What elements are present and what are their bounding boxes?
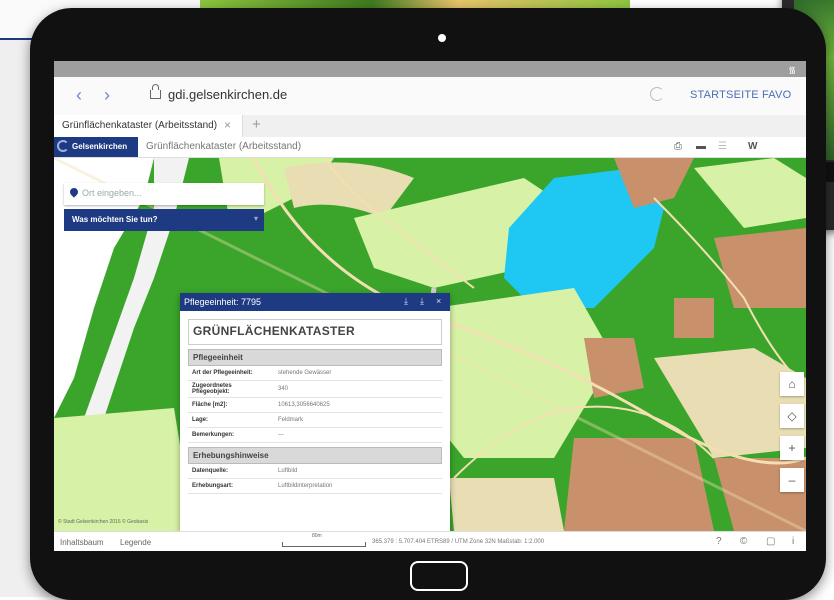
popup-body: GRÜNFLÄCHENKATASTER Pflegeeinheit Art de… xyxy=(188,319,442,494)
favoriten-link[interactable]: FAVO xyxy=(762,89,791,101)
info-icon[interactable]: i xyxy=(792,536,794,547)
row-key: Bemerkungen: xyxy=(192,432,235,438)
app-title: Grünflächenkataster (Arbeitsstand) xyxy=(146,141,302,152)
logo-icon xyxy=(57,140,69,152)
table-row: Art der Pflegeeinheit: stehende Gewässer xyxy=(188,366,442,381)
tab-label: Grünflächenkataster (Arbeitsstand) xyxy=(62,120,218,131)
locate-button[interactable]: ◇ xyxy=(780,404,804,428)
export-icon[interactable]: ⤓ xyxy=(420,296,424,307)
page-icon[interactable]: ▢ xyxy=(766,536,775,547)
reload-icon[interactable] xyxy=(650,87,664,101)
minus-icon[interactable]: ▬ xyxy=(696,141,706,152)
scale-bar xyxy=(282,542,366,547)
legende-link[interactable]: Legende xyxy=(120,538,151,547)
tablet-home-button[interactable] xyxy=(410,561,468,591)
row-key: Zugeordnetes Pflegeobjekt: xyxy=(192,383,232,395)
wifi-icon: ᯾ xyxy=(788,65,796,75)
browser-tab-bar: Grünflächenkataster (Arbeitsstand) × + xyxy=(54,115,806,137)
coordinate-readout: 365.379 : 5.707.404 ETRS89 / UTM Zone 32… xyxy=(372,539,545,545)
row-key: Art der Pflegeeinheit: xyxy=(192,370,253,376)
row-value: 340 xyxy=(278,386,289,392)
help-icon[interactable]: ? xyxy=(716,536,722,547)
inhaltsbaum-link[interactable]: Inhaltsbaum xyxy=(60,538,104,547)
row-key: Erhebungsart: xyxy=(192,483,234,489)
action-dropdown[interactable]: Was möchten Sie tun? ▾ xyxy=(64,209,264,231)
download-icon[interactable]: ⤓ xyxy=(404,296,408,307)
tab-close-icon[interactable]: × xyxy=(224,118,231,132)
back-button[interactable]: ‹ xyxy=(76,86,82,104)
close-icon[interactable]: × xyxy=(436,296,441,306)
tablet-screen: ᯾ ‹ › gdi.gelsenkirchen.de STARTSEITE FA… xyxy=(54,61,806,551)
status-bar: ᯾ xyxy=(54,61,806,77)
camera-dot xyxy=(438,34,446,42)
feature-info-popup: Pflegeeinheit: 7795 ⤓ ⤓ × GRÜNFLÄCHENKAT… xyxy=(180,293,450,533)
table-row: Erhebungsart: Luftbildinterpretation xyxy=(188,479,442,494)
zoom-in-button[interactable]: + xyxy=(780,436,804,460)
chevron-down-icon: ▾ xyxy=(253,214,258,223)
kataster-heading: GRÜNFLÄCHENKATASTER xyxy=(188,319,442,345)
row-value: 10613,3056640625 xyxy=(278,402,330,408)
app-header: Gelsenkirchen Grünflächenkataster (Arbei… xyxy=(54,137,806,158)
search-placeholder: Ort eingeben... xyxy=(82,188,142,198)
table-row: Lage: Feldmark xyxy=(188,413,442,428)
section-pflegeeinheit: Pflegeeinheit xyxy=(188,349,442,366)
home-view-button[interactable]: ⌂ xyxy=(780,372,804,396)
row-value: stehende Gewässer xyxy=(278,370,332,376)
row-value: Luftbildinterpretation xyxy=(278,483,333,489)
row-key: Lage: xyxy=(192,417,209,423)
row-value: Luftbild xyxy=(278,468,298,474)
popup-header: Pflegeeinheit: 7795 ⤓ ⤓ × xyxy=(180,293,450,311)
popup-title: Pflegeeinheit: 7795 xyxy=(184,297,262,307)
menu-icon[interactable]: ☰ xyxy=(718,141,727,152)
table-row: Bemerkungen: --- xyxy=(188,428,442,443)
table-row: Zugeordnetes Pflegeobjekt: 340 xyxy=(188,381,442,398)
location-pin-icon xyxy=(68,186,80,198)
map-footer: Inhaltsbaum Legende 80m 365.379 : 5.707.… xyxy=(54,531,806,551)
map-copyright: © Stadt Gelsenkirchen 2016 © Geobasis xyxy=(58,519,149,525)
print-icon[interactable]: ⎙ xyxy=(674,141,682,152)
browser-tab[interactable]: Grünflächenkataster (Arbeitsstand) × xyxy=(54,115,243,137)
zoom-out-button[interactable]: – xyxy=(780,468,804,492)
row-value: Feldmark xyxy=(278,417,304,423)
tablet-device: ᯾ ‹ › gdi.gelsenkirchen.de STARTSEITE FA… xyxy=(30,8,826,600)
logo-text: Gelsenkirchen xyxy=(72,142,128,151)
location-search-field[interactable]: Ort eingeben... xyxy=(64,183,264,205)
startseite-link[interactable]: STARTSEITE xyxy=(690,89,759,101)
row-key: Datenquelle: xyxy=(192,468,229,474)
city-logo[interactable]: Gelsenkirchen xyxy=(54,137,138,157)
header-tail-text: W xyxy=(748,141,758,152)
browser-url-bar: ‹ › gdi.gelsenkirchen.de STARTSEITE FAVO xyxy=(54,77,806,116)
lock-icon xyxy=(150,84,161,99)
row-key: Fläche [m2]: xyxy=(192,402,228,408)
forward-button[interactable]: › xyxy=(104,86,110,104)
action-dropdown-label: Was möchten Sie tun? xyxy=(72,215,158,224)
section-erhebungshinweise: Erhebungshinweise xyxy=(188,447,442,464)
scale-label: 80m xyxy=(312,533,322,539)
new-tab-icon[interactable]: + xyxy=(252,116,261,133)
row-value: --- xyxy=(278,432,284,438)
table-row: Datenquelle: Luftbild xyxy=(188,464,442,479)
url-text[interactable]: gdi.gelsenkirchen.de xyxy=(168,87,287,102)
copyright-icon[interactable]: © xyxy=(740,536,747,547)
table-row: Fläche [m2]: 10613,3056640625 xyxy=(188,398,442,413)
